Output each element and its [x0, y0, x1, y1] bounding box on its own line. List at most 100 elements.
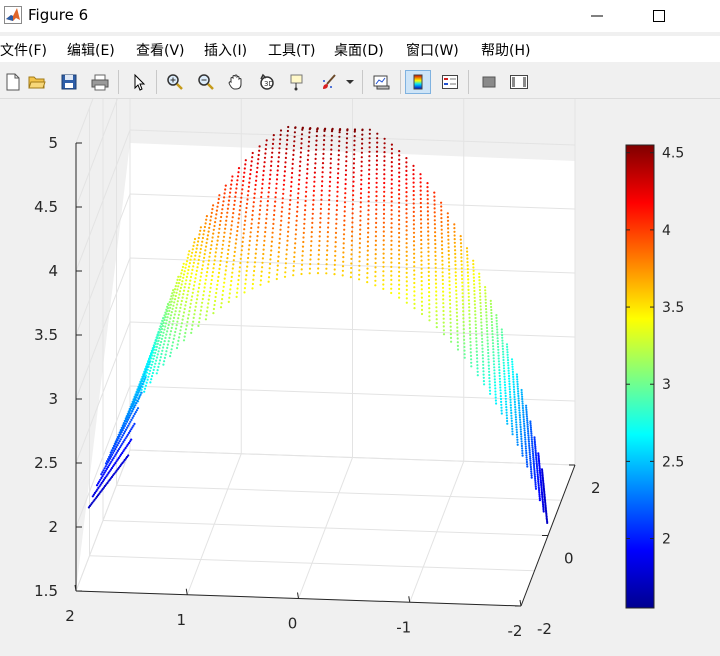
surface-point: [337, 167, 340, 170]
surface-point: [530, 468, 533, 471]
brush-dropdown-button[interactable]: [344, 70, 356, 94]
surface-point: [320, 194, 323, 197]
surface-point: [167, 340, 170, 343]
surface-point: [456, 348, 460, 351]
surface-point: [375, 181, 378, 184]
zoom-out-icon: [198, 74, 214, 90]
surface-point: [227, 248, 230, 251]
surface-point: [253, 192, 256, 195]
surface-point: [472, 263, 475, 266]
surface-point: [171, 341, 175, 344]
surface-point: [202, 294, 205, 297]
menu-edit[interactable]: 编辑(E): [67, 40, 115, 60]
surface-point: [375, 159, 378, 162]
link-plot-button[interactable]: [368, 70, 394, 94]
save-button[interactable]: [56, 70, 82, 94]
surface-point: [232, 207, 235, 211]
surface-point: [264, 226, 267, 229]
surface-point: [162, 331, 165, 334]
surface-point: [526, 419, 529, 422]
surface-point: [500, 406, 503, 409]
surface-point: [433, 191, 436, 194]
surface-point: [360, 169, 363, 172]
minimize-button[interactable]: [574, 0, 620, 32]
zoom-out-button[interactable]: [193, 70, 219, 94]
pan-button[interactable]: [223, 70, 249, 94]
colorbar-button[interactable]: [405, 70, 431, 94]
surface-point: [337, 149, 340, 152]
colorbar[interactable]: [625, 144, 655, 609]
surface-point: [300, 142, 303, 145]
surface-point: [150, 353, 153, 356]
surface-point: [126, 416, 129, 419]
surface-point: [136, 399, 139, 403]
surface-point: [513, 400, 517, 404]
surface-point: [279, 133, 282, 136]
surface-point: [420, 284, 423, 287]
surface-point: [511, 368, 514, 371]
surface-point: [284, 262, 287, 265]
surface-point: [478, 272, 481, 275]
surface-point: [130, 407, 133, 410]
surface-point: [173, 301, 176, 304]
surface-point: [405, 301, 408, 304]
surface-point: [342, 242, 345, 245]
surface-point: [441, 255, 444, 258]
new-figure-button[interactable]: [0, 70, 26, 94]
surface-point: [419, 201, 422, 205]
surface-point: [181, 318, 184, 321]
surface-point: [525, 454, 528, 457]
surface-point: [213, 259, 216, 262]
menu-tools[interactable]: 工具(T): [268, 40, 315, 60]
surface-point: [197, 236, 200, 240]
surface-point: [484, 301, 487, 304]
legend-button[interactable]: [437, 70, 463, 94]
surface-point: [456, 322, 459, 325]
menu-desktop[interactable]: 桌面(D): [334, 40, 384, 60]
surface-point: [481, 354, 484, 357]
surface-point: [257, 158, 260, 161]
surface-point: [310, 240, 313, 243]
surface-point: [265, 217, 268, 220]
select-button[interactable]: [126, 70, 152, 94]
surface-point: [398, 253, 401, 256]
surface-point: [442, 321, 445, 324]
surface-point: [176, 303, 179, 306]
surface-point: [252, 205, 255, 208]
surface-point: [420, 308, 424, 311]
scatter3-plot[interactable]: 2 1 0 -1 -2 -202 1.522.533.544.55 22.533.544…: [0, 99, 720, 656]
surface-point: [180, 303, 183, 306]
menu-insert[interactable]: 插入(I): [204, 40, 247, 60]
surface-point: [163, 314, 166, 317]
menu-file[interactable]: 文件(F): [0, 40, 47, 60]
surface-point: [515, 433, 519, 436]
figure-canvas: 2 1 0 -1 -2 -2 0 2 1.5 2 2.5 3 3.5 4 4.5 5 2 2.5 3 3.5 4 4…: [0, 99, 720, 656]
surface-point: [398, 180, 401, 183]
surface-point: [419, 185, 422, 188]
surface-point: [320, 198, 323, 201]
menu-help[interactable]: 帮助(H): [481, 40, 530, 60]
rotate-3d-button[interactable]: 3D: [254, 70, 280, 94]
surface-point: [172, 337, 175, 340]
surface-point: [433, 199, 436, 202]
surface-point: [228, 240, 231, 243]
surface-point: [209, 251, 212, 254]
data-cursor-button[interactable]: [285, 70, 311, 94]
surface-point: [283, 174, 286, 177]
menu-window[interactable]: 窗口(W): [406, 40, 459, 60]
brush-button[interactable]: [316, 70, 342, 94]
surface-point: [257, 153, 260, 157]
surface-point: [412, 189, 415, 193]
surface-point: [494, 396, 497, 399]
surface-point: [189, 302, 192, 305]
maximize-button[interactable]: [636, 0, 682, 32]
show-plot-tools-button[interactable]: [506, 70, 532, 94]
surface-point: [290, 180, 293, 184]
open-file-button[interactable]: [24, 70, 50, 94]
menu-view[interactable]: 查看(V): [136, 40, 185, 60]
hide-plot-tools-button[interactable]: [476, 70, 502, 94]
surface-point: [280, 215, 283, 218]
zoom-in-button[interactable]: [162, 70, 188, 94]
surface-point: [524, 440, 527, 443]
print-button[interactable]: [87, 70, 113, 94]
